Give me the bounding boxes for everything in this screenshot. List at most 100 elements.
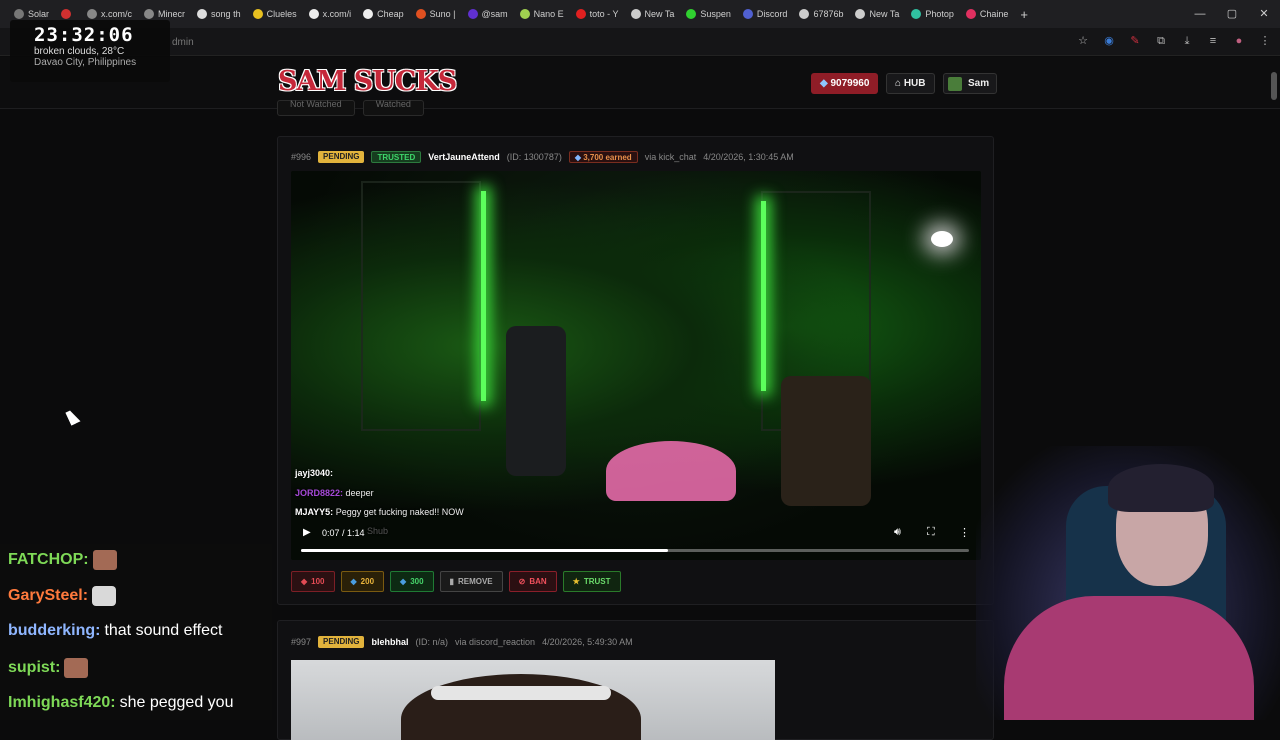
site-header: SAM SUCKS ◆ 9079960 ⌂ HUB Sam <box>0 57 1280 109</box>
profile-avatar-icon[interactable]: ● <box>1232 32 1246 50</box>
tab-favicon-icon <box>14 9 24 19</box>
chat-message: GarySteel: <box>8 586 117 606</box>
award-300-button[interactable]: ◆ 300 <box>390 571 434 592</box>
browser-tab[interactable]: Discord <box>737 0 794 28</box>
filter-not-watched[interactable]: Not Watched <box>277 100 355 116</box>
close-button[interactable]: ✕ <box>1248 0 1280 28</box>
tab-favicon-icon <box>686 9 697 19</box>
remove-button[interactable]: ▮ REMOVE <box>439 571 503 592</box>
submitter-name[interactable]: VertJauneAttend <box>428 152 500 162</box>
hub-button[interactable]: ⌂ HUB <box>886 73 935 94</box>
balance-value: 9079960 <box>830 78 870 89</box>
filter-bar: Not Watched Watched <box>277 100 424 116</box>
submission-date: 4/20/2026, 1:30:45 AM <box>703 152 794 162</box>
chat-message: budderking: that sound effect <box>8 622 222 640</box>
browser-tab[interactable]: New Ta <box>849 0 905 28</box>
chat-message: supist: <box>8 658 89 678</box>
tab-favicon-icon <box>252 9 263 19</box>
more-options-icon[interactable]: ⋮ <box>959 526 970 539</box>
trust-button[interactable]: ★ TRUST <box>562 571 621 592</box>
browser-tab[interactable]: Photop <box>905 0 960 28</box>
gem-icon: ◆ <box>400 577 407 586</box>
menu-icon[interactable]: ⋮ <box>1258 32 1272 50</box>
balance-badge[interactable]: ◆ 9079960 <box>811 73 879 94</box>
neon-light <box>481 191 486 401</box>
browser-tab[interactable]: Suno | <box>410 0 462 28</box>
tab-label: Clueles <box>266 9 297 19</box>
fullscreen-icon[interactable]: ⛶ <box>927 526 935 539</box>
extension-icon[interactable]: ◉ <box>1102 32 1116 50</box>
browser-tab[interactable]: @sam <box>462 0 514 28</box>
url-text[interactable]: dmin <box>172 37 194 48</box>
tab-label: x.com/i <box>322 9 352 19</box>
video-progress-bar[interactable] <box>301 549 969 552</box>
hub-label: HUB <box>903 78 926 89</box>
video-time: 0:07 / 1:14 <box>322 528 365 538</box>
person <box>606 441 736 501</box>
new-tab-button[interactable]: + <box>1014 0 1034 28</box>
tab-favicon-icon <box>742 9 753 19</box>
ban-icon: ⊘ <box>518 577 526 586</box>
tab-favicon-icon <box>87 9 98 19</box>
submitter-id: (ID: n/a) <box>415 637 449 647</box>
chat-username[interactable]: GarySteel: <box>8 587 88 605</box>
browser-tab[interactable]: 67876b <box>793 0 849 28</box>
submission-id: #996 <box>291 152 312 162</box>
chat-username[interactable]: FATCHOP: <box>8 551 89 569</box>
pen-icon[interactable]: ✎ <box>1128 32 1142 50</box>
chat-username[interactable]: budderking: <box>8 622 100 640</box>
chat-username[interactable]: Imhighasf420: <box>8 694 116 712</box>
earned-value: 3,700 earned <box>583 153 632 162</box>
tab-favicon-icon <box>197 9 208 19</box>
chat-message: FATCHOP: <box>8 550 117 570</box>
browser-tab[interactable]: song th <box>191 0 247 28</box>
browser-tab[interactable]: toto - Y <box>570 0 625 28</box>
face-emote-icon <box>64 658 89 678</box>
browser-tab[interactable]: Chaine <box>960 0 1015 28</box>
play-icon[interactable]: ▶ <box>303 527 311 538</box>
queue-icon[interactable]: ≡ <box>1206 32 1220 50</box>
submission-meta: #997 PENDING blehbhal (ID: n/a) via disc… <box>291 636 633 648</box>
chat-username[interactable]: supist: <box>8 659 60 677</box>
video-preview[interactable] <box>291 660 775 740</box>
tab-label: x.com/c <box>101 9 133 19</box>
action-bar: ◆ 100 ◆ 200 ◆ 300 ▮ REMOVE ⊘ BAN ★ TRUST <box>291 571 621 592</box>
submission-card: #996 PENDING TRUSTED VertJauneAttend (ID… <box>277 136 994 605</box>
browser-tab[interactable]: Nano E <box>514 0 570 28</box>
tab-favicon-icon <box>911 9 922 19</box>
browser-tab[interactable]: Suspen <box>680 0 737 28</box>
browser-tab[interactable]: Cheap <box>357 0 410 28</box>
status-badge: PENDING <box>318 151 365 163</box>
volume-icon[interactable]: 🔊︎ <box>894 526 901 539</box>
browser-tab[interactable]: Clueles <box>247 0 303 28</box>
browser-tab[interactable]: New Ta <box>625 0 681 28</box>
video-progress-fill <box>301 549 669 552</box>
webcam-person-body <box>1004 596 1254 720</box>
trash-icon: ▮ <box>449 577 454 586</box>
award-100-button[interactable]: ◆ 100 <box>291 571 335 592</box>
scrollbar-thumb[interactable] <box>1271 72 1277 100</box>
tab-label: @sam <box>481 9 508 19</box>
site-logo[interactable]: SAM SUCKS <box>278 66 457 97</box>
bookmark-star-icon[interactable]: ☆ <box>1076 32 1090 50</box>
video-chat-line: jayj3040: <box>295 468 334 478</box>
ban-button[interactable]: ⊘ BAN <box>508 571 557 592</box>
home-icon: ⌂ <box>895 78 904 89</box>
minimize-button[interactable]: — <box>1184 0 1216 28</box>
submitter-id: (ID: 1300787) <box>506 152 562 162</box>
video-player[interactable]: jayj3040: JORD8822: deeper MJAYY5: Peggy… <box>291 171 981 560</box>
address-bar: dmin ☆ ◉ ✎ ⧉ ⤓ ≡ ● ⋮ <box>0 28 1280 56</box>
browser-tab[interactable]: x.com/i <box>303 0 358 28</box>
earned-badge: ◆ 3,700 earned <box>568 151 638 163</box>
user-menu[interactable]: Sam <box>943 73 998 94</box>
window-controls: — ▢ ✕ <box>1184 0 1280 28</box>
preview-headband <box>431 686 611 700</box>
cat-emote-icon <box>92 586 117 606</box>
filter-watched[interactable]: Watched <box>362 100 424 116</box>
award-200-button[interactable]: ◆ 200 <box>340 571 385 592</box>
download-icon[interactable]: ⤓ <box>1180 32 1194 50</box>
maximize-button[interactable]: ▢ <box>1216 0 1248 28</box>
submitter-name[interactable]: blehbhal <box>371 637 408 647</box>
puzzle-icon[interactable]: ⧉ <box>1154 32 1168 50</box>
trusted-badge: TRUSTED <box>371 151 422 163</box>
